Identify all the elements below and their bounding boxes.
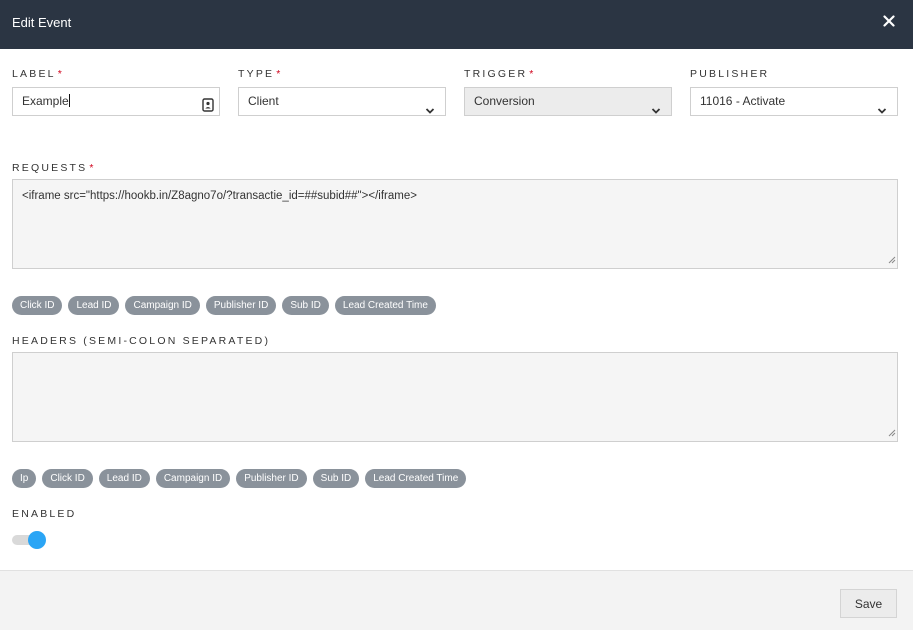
- required-marker: *: [529, 68, 534, 80]
- required-marker: *: [89, 162, 94, 174]
- resize-handle-icon[interactable]: [888, 428, 896, 440]
- modal-header: Edit Event: [0, 0, 913, 49]
- close-icon[interactable]: [883, 11, 899, 31]
- publisher-select-value: 11016 - Activate: [700, 94, 786, 108]
- token-chip-ip[interactable]: Ip: [12, 469, 37, 488]
- trigger-select[interactable]: Conversion: [464, 87, 672, 116]
- headers-token-list: Ip Click ID Lead ID Campaign ID Publishe…: [12, 469, 467, 488]
- token-chip-publisher-id[interactable]: Publisher ID: [236, 469, 307, 488]
- token-chip-click-id[interactable]: Click ID: [42, 469, 93, 488]
- token-chip-click-id[interactable]: Click ID: [12, 296, 63, 315]
- trigger-select-value: Conversion: [474, 94, 535, 108]
- contact-book-icon[interactable]: [202, 95, 214, 122]
- label-input-value: Example: [22, 94, 69, 108]
- token-chip-publisher-id[interactable]: Publisher ID: [205, 296, 277, 315]
- publisher-select[interactable]: 11016 - Activate: [690, 87, 898, 116]
- modal-title: Edit Event: [12, 15, 72, 30]
- text-cursor: [68, 94, 70, 107]
- token-chip-lead-created-time[interactable]: Lead Created Time: [334, 296, 436, 315]
- required-marker: *: [57, 68, 62, 80]
- publisher-field-title: PUBLISHER: [690, 68, 770, 80]
- save-button[interactable]: Save: [840, 589, 897, 618]
- chevron-down-icon: [425, 98, 435, 125]
- type-select[interactable]: Client: [238, 87, 446, 116]
- resize-handle-icon[interactable]: [888, 255, 896, 267]
- required-marker: *: [276, 68, 281, 80]
- enabled-toggle[interactable]: [12, 531, 46, 549]
- token-chip-lead-id[interactable]: Lead ID: [68, 296, 120, 315]
- label-field-title: LABEL *: [12, 68, 62, 80]
- token-chip-sub-id[interactable]: Sub ID: [312, 469, 360, 488]
- token-chip-lead-id[interactable]: Lead ID: [98, 469, 150, 488]
- type-field-title: TYPE *: [238, 68, 281, 80]
- requests-textarea[interactable]: <iframe src="https://hookb.in/Z8agno7o/?…: [12, 179, 898, 269]
- requests-field-title: REQUESTS *: [12, 162, 94, 174]
- token-chip-sub-id[interactable]: Sub ID: [282, 296, 329, 315]
- chevron-down-icon: [651, 98, 661, 125]
- label-input[interactable]: Example: [12, 87, 220, 116]
- requests-textarea-value: <iframe src="https://hookb.in/Z8agno7o/?…: [22, 190, 417, 202]
- headers-field-title: HEADERS (SEMI-COLON SEPARATED): [12, 335, 271, 347]
- enabled-field-title: ENABLED: [12, 508, 77, 520]
- headers-textarea[interactable]: [12, 352, 898, 442]
- token-chip-campaign-id[interactable]: Campaign ID: [125, 296, 200, 315]
- chevron-down-icon: [877, 98, 887, 125]
- requests-token-list: Click ID Lead ID Campaign ID Publisher I…: [12, 296, 436, 315]
- token-chip-lead-created-time[interactable]: Lead Created Time: [365, 469, 467, 488]
- toggle-knob: [28, 531, 46, 549]
- type-select-value: Client: [248, 94, 279, 108]
- token-chip-campaign-id[interactable]: Campaign ID: [155, 469, 231, 488]
- trigger-field-title: TRIGGER *: [464, 68, 534, 80]
- modal-footer: Save: [0, 570, 913, 630]
